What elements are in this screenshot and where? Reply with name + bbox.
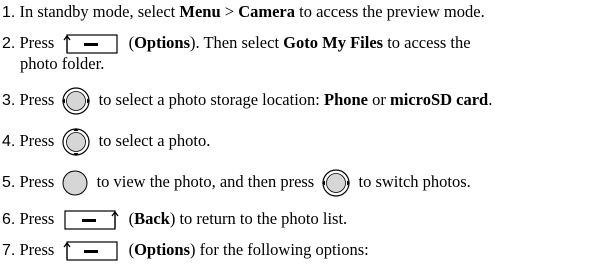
- step-text: Press: [19, 33, 55, 52]
- step-number: 4.: [2, 132, 16, 150]
- step-text: Press: [19, 240, 55, 259]
- manual-instructions: 1. In standby mode, select Menu > Camera…: [0, 0, 607, 278]
- right-softkey-icon: [61, 209, 121, 231]
- nav-left-right-icon: [61, 86, 91, 116]
- step-6: 6. Press (Back) to return to the photo l…: [2, 209, 607, 231]
- back-label: Back: [134, 209, 170, 228]
- goto-my-files-label: Goto My Files: [283, 33, 384, 52]
- step-5: 5. Press to view the photo, and then pre…: [2, 168, 607, 198]
- menu-label: Menu: [179, 2, 221, 21]
- step-text: Press: [19, 209, 55, 228]
- step-number: 3.: [2, 91, 16, 109]
- step-1: 1. In standby mode, select Menu > Camera…: [2, 2, 607, 22]
- options-label: Options: [134, 33, 190, 52]
- nav-left-right-icon: [321, 168, 351, 198]
- step-number: 2.: [2, 35, 16, 52]
- step-text: In standby mode, select: [19, 2, 180, 21]
- step-number: 5.: [2, 173, 16, 191]
- separator: >: [220, 2, 239, 21]
- step-number: 6.: [2, 211, 16, 228]
- left-softkey-icon: [61, 33, 121, 55]
- step-3: 3. Press to select a photo storage locat…: [2, 86, 607, 116]
- camera-label: Camera: [238, 2, 296, 21]
- step-text: Press: [19, 171, 55, 191]
- step-number: 7.: [2, 242, 16, 259]
- step-2-continuation: photo folder.: [20, 54, 105, 73]
- microsd-label: microSD card: [390, 89, 489, 109]
- nav-up-down-icon: [61, 127, 91, 157]
- phone-label: Phone: [324, 89, 369, 109]
- step-text: Press: [19, 89, 55, 109]
- ok-key-icon: [61, 169, 89, 197]
- left-softkey-icon: [61, 240, 121, 262]
- step-text: to access the preview mode.: [295, 2, 485, 21]
- options-label: Options: [134, 240, 190, 259]
- step-text: Press: [19, 130, 55, 150]
- step-7: 7. Press (Options) for the following opt…: [2, 240, 607, 262]
- step-4: 4. Press to select a photo.: [2, 127, 607, 157]
- step-2: 2. Press (Options). Then select Goto My …: [2, 33, 607, 55]
- step-number: 1.: [2, 4, 16, 21]
